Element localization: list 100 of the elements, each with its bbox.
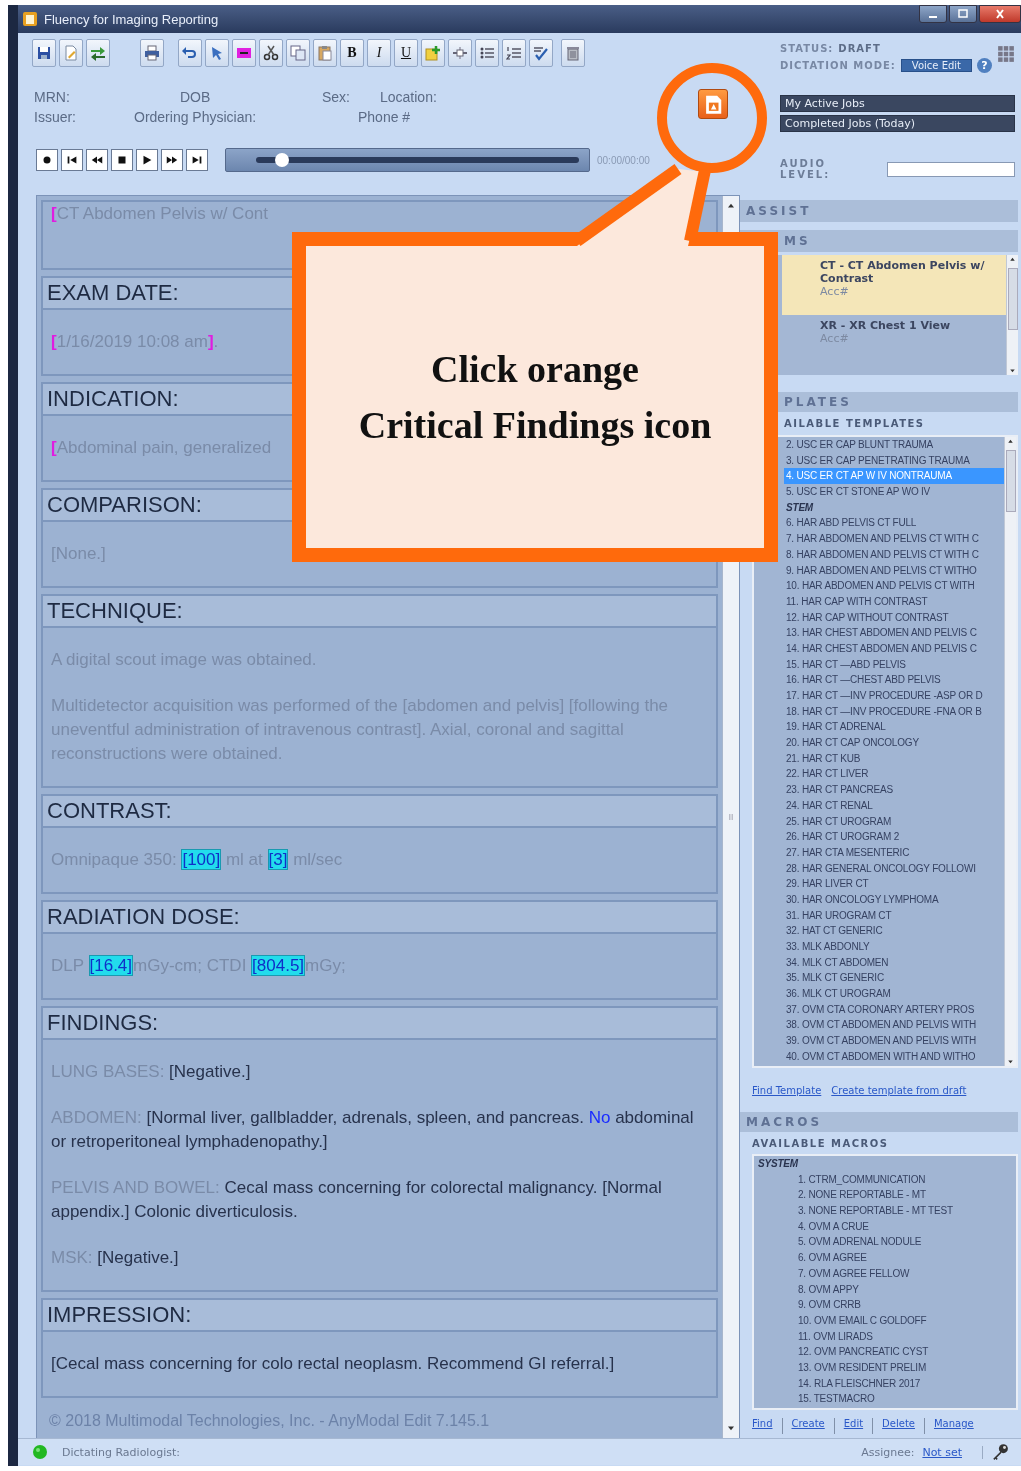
critical-findings-button[interactable]: [698, 89, 728, 119]
report-text[interactable]: [Cecal mass concerning for colo rectal neoplasm. Recommend GI referral.]: [51, 1352, 615, 1376]
list-item[interactable]: 9. OVM CRRB: [754, 1297, 1016, 1313]
scroll-thumb[interactable]: [1007, 268, 1018, 330]
skip-forward-button[interactable]: [186, 149, 208, 171]
list-item[interactable]: 35. MLK CT GENERIC: [784, 970, 1004, 987]
list-item[interactable]: 7. OVM AGREE FELLOW: [754, 1265, 1016, 1282]
skip-back-button[interactable]: [61, 149, 83, 171]
list-item[interactable]: 10. OVM EMAIL C GOLDOFF: [754, 1312, 1016, 1329]
list-item[interactable]: 32. HAT CT GENERIC: [784, 923, 1004, 939]
list-item[interactable]: 37. OVM CTA CORONARY ARTERY PROS: [784, 1001, 1004, 1018]
fast-forward-button[interactable]: [161, 149, 183, 171]
scroll-down-icon[interactable]: [1008, 366, 1017, 375]
list-item[interactable]: 2. NONE REPORTABLE - MT: [754, 1187, 1016, 1204]
link[interactable]: Edit: [833, 1418, 873, 1434]
scroll-down-icon[interactable]: [1006, 1057, 1015, 1066]
list-item[interactable]: 24. HAR CT RENAL: [784, 797, 1004, 814]
list-item[interactable]: 38. OVM CT ABDOMEN AND PELVIS WITH: [784, 1017, 1004, 1034]
link[interactable]: Manage: [923, 1418, 983, 1434]
list-item[interactable]: 14. HAR CHEST ABDOMEN AND PELVIS C: [784, 640, 1004, 657]
list-item[interactable]: 25. HAR CT UROGRAM: [784, 813, 1004, 830]
list-item[interactable]: 16. HAR CT —CHEST ABD PELVIS: [784, 672, 1004, 688]
jobs-button[interactable]: My Active Jobs: [780, 95, 1015, 112]
list-item[interactable]: 1. CTRM_COMMUNICATION: [754, 1171, 1016, 1188]
list-item[interactable]: 8. HAR ABDOMEN AND PELVIS CT WITH C: [784, 546, 1004, 563]
scroll-up-icon[interactable]: [1006, 437, 1015, 446]
close-button[interactable]: [979, 5, 1021, 23]
list-item[interactable]: 5. OVM ADRENAL NODULE: [754, 1234, 1016, 1251]
cut-button[interactable]: [259, 39, 283, 67]
list-item[interactable]: 40. OVM CT ABDOMEN WITH AND WITHO: [784, 1048, 1004, 1065]
link[interactable]: Create template from draft: [831, 1085, 967, 1100]
print-button[interactable]: [140, 39, 164, 67]
list-item[interactable]: 33. MLK ABDONLY: [784, 939, 1004, 955]
list-item[interactable]: 27. HAR CTA MESENTERIC: [784, 844, 1004, 861]
list-item[interactable]: 10. HAR ABDOMEN AND PELVIS CT WITH: [784, 578, 1004, 594]
list-item[interactable]: 11. HAR CAP WITH CONTRAST: [784, 593, 1004, 610]
slider-thumb[interactable]: [274, 153, 289, 167]
bullets-button[interactable]: [475, 39, 499, 67]
highlighter-button[interactable]: [232, 39, 256, 67]
list-item[interactable]: 4. OVM A CRUE: [754, 1218, 1016, 1235]
list-item[interactable]: 12. OVM PANCREATIC CYST: [754, 1344, 1016, 1360]
stop-button[interactable]: [111, 149, 133, 171]
rewind-button[interactable]: [86, 149, 108, 171]
list-item[interactable]: 3. USC ER CAP PENETRATING TRAUMA: [784, 452, 1004, 469]
list-item[interactable]: 11. OVM LIRADS: [754, 1328, 1016, 1345]
arrows-button[interactable]: [86, 39, 110, 67]
list-item[interactable]: 34. MLK CT ABDOMEN: [784, 954, 1004, 971]
link[interactable]: Create: [781, 1418, 834, 1434]
cursor-button[interactable]: [205, 39, 229, 67]
list-item[interactable]: 4. USC ER CT AP W IV NONTRAUMA: [784, 468, 1004, 485]
list-item[interactable]: 30. HAR ONCOLOGY LYMPHOMA: [784, 891, 1004, 908]
list-item[interactable]: 14. RLA FLEISCHNER 2017: [754, 1375, 1016, 1392]
help-button[interactable]: ?: [977, 58, 992, 73]
playback-slider[interactable]: [225, 148, 590, 172]
list-item[interactable]: 21. HAR CT KUB: [784, 750, 1004, 767]
play-button[interactable]: [136, 149, 158, 171]
jobs-button[interactable]: Completed Jobs (Today): [780, 115, 1015, 132]
link[interactable]: Find: [752, 1418, 782, 1434]
list-item[interactable]: 6. HAR ABD PELVIS CT FULL: [784, 515, 1004, 532]
grid-icon[interactable]: [997, 45, 1015, 63]
list-item[interactable]: 18. HAR CT —INV PROCEDURE -FNA OR B: [784, 703, 1004, 720]
insert-button[interactable]: [448, 39, 472, 67]
list-item[interactable]: 26. HAR CT UROGRAM 2: [784, 829, 1004, 845]
scroll-up-icon[interactable]: [1008, 255, 1017, 264]
list-item[interactable]: 19. HAR CT ADRENAL: [784, 719, 1004, 736]
undo-button[interactable]: [178, 39, 202, 67]
list-item[interactable]: 20. HAR CT CAP ONCOLOGY: [784, 735, 1004, 751]
list-item[interactable]: 36. MLK CT UROGRAM: [784, 986, 1004, 1002]
list-item[interactable]: 8. OVM APPY: [754, 1281, 1016, 1298]
list-item[interactable]: 39. OVM CT ABDOMEN AND PELVIS WITH: [784, 1033, 1004, 1049]
paste-button[interactable]: [313, 39, 337, 67]
voice-edit-button[interactable]: Voice Edit: [900, 59, 972, 72]
format-button[interactable]: U: [394, 39, 418, 67]
list-item[interactable]: 17. HAR CT —INV PROCEDURE -ASP OR D: [784, 688, 1004, 704]
spell-button[interactable]: [529, 39, 553, 67]
list-item[interactable]: 13. HAR CHEST ABDOMEN AND PELVIS C: [784, 625, 1004, 641]
list-item[interactable]: 31. HAR UROGRAM CT: [784, 907, 1004, 924]
list-item[interactable]: 7. HAR ABDOMEN AND PELVIS CT WITH C: [784, 531, 1004, 547]
list-item[interactable]: 15. HAR CT —ABD PELVIS: [784, 656, 1004, 673]
maximize-button[interactable]: [949, 5, 977, 23]
list-item[interactable]: 15. TESTMACRO: [754, 1391, 1016, 1407]
link[interactable]: Delete: [872, 1418, 924, 1434]
list-item[interactable]: 12. HAR CAP WITHOUT CONTRAST: [784, 609, 1004, 626]
format-button[interactable]: I: [367, 39, 391, 67]
list-item[interactable]: 2. USC ER CAP BLUNT TRAUMA: [784, 437, 1004, 453]
scrollbar[interactable]: [1004, 437, 1016, 1066]
trash-button[interactable]: [561, 39, 585, 67]
list-item[interactable]: 9. HAR ABDOMEN AND PELVIS CT WITHO: [784, 562, 1004, 579]
list-item[interactable]: 3. NONE REPORTABLE - MT TEST: [754, 1203, 1016, 1219]
format-button[interactable]: B: [340, 39, 364, 67]
list-item[interactable]: 22. HAR CT LIVER: [784, 766, 1004, 783]
list-item[interactable]: 5. USC ER CT STONE AP WO IV: [784, 484, 1004, 500]
scroll-thumb[interactable]: [1005, 450, 1016, 512]
key-icon[interactable]: [991, 1443, 1009, 1461]
minimize-button[interactable]: [919, 5, 947, 23]
list-item[interactable]: 23. HAR CT PANCREAS: [784, 782, 1004, 798]
record-button[interactable]: [36, 149, 58, 171]
list-item[interactable]: 28. HAR GENERAL ONCOLOGY FOLLOWI: [784, 860, 1004, 877]
save-button[interactable]: [32, 39, 56, 67]
note-button[interactable]: [421, 39, 445, 67]
